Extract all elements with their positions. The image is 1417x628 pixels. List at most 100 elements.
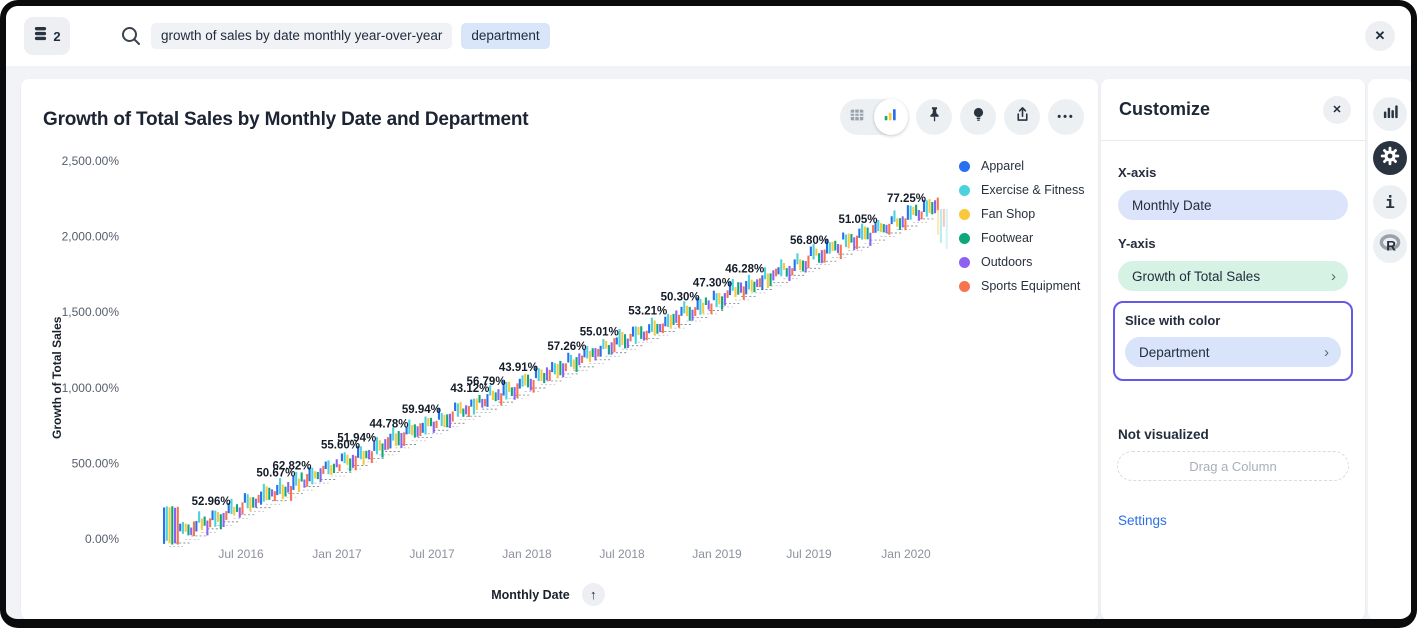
legend-label: Fan Shop bbox=[981, 207, 1035, 221]
customize-header: Customize ✕ bbox=[1101, 79, 1365, 141]
svg-text:Jul 2016: Jul 2016 bbox=[218, 547, 264, 561]
chart-legend: Apparel Exercise & Fitness Fan Shop Footwea… bbox=[959, 154, 1085, 298]
share-icon bbox=[1014, 106, 1031, 128]
more-options-button[interactable]: ••• bbox=[1048, 99, 1084, 135]
table-view-button[interactable] bbox=[840, 99, 874, 135]
svg-text:55.01%: 55.01% bbox=[580, 327, 619, 339]
svg-text:52.96%: 52.96% bbox=[192, 496, 231, 508]
svg-text:51.05%: 51.05% bbox=[838, 214, 877, 226]
dropzone-text: Drag a Column bbox=[1189, 459, 1276, 474]
x-axis-value: Monthly Date bbox=[1132, 198, 1212, 213]
svg-text:51.94%: 51.94% bbox=[337, 432, 376, 444]
svg-text:50.30%: 50.30% bbox=[661, 292, 700, 304]
data-source-button[interactable]: 2 bbox=[24, 17, 70, 55]
insights-button[interactable] bbox=[960, 99, 996, 135]
y-axis-section: Y-axis Growth of Total Sales › bbox=[1118, 236, 1348, 291]
legend-item[interactable]: Outdoors bbox=[959, 250, 1085, 274]
legend-label: Outdoors bbox=[981, 255, 1032, 269]
app-window: 2 growth of sales by date monthly year-o… bbox=[0, 0, 1417, 628]
svg-text:1,000.00%: 1,000.00% bbox=[62, 381, 120, 395]
chevron-right-icon: › bbox=[1331, 268, 1336, 285]
search-token-phrase[interactable]: growth of sales by date monthly year-ove… bbox=[151, 23, 452, 49]
r-language-icon: R bbox=[1379, 234, 1401, 258]
y-axis-pill[interactable]: Growth of Total Sales › bbox=[1118, 261, 1348, 291]
customize-settings-button[interactable] bbox=[1373, 141, 1407, 175]
legend-label: Footwear bbox=[981, 231, 1033, 245]
search-token-department[interactable]: department bbox=[461, 23, 549, 49]
settings-link[interactable]: Settings bbox=[1118, 513, 1167, 528]
legend-dot-icon bbox=[959, 185, 970, 196]
info-button[interactable]: i bbox=[1373, 185, 1407, 219]
legend-item[interactable]: Sports Equipment bbox=[959, 274, 1085, 298]
svg-text:Jan 2019: Jan 2019 bbox=[692, 547, 742, 561]
pin-button[interactable] bbox=[916, 99, 952, 135]
legend-label: Apparel bbox=[981, 159, 1024, 173]
svg-text:56.79%: 56.79% bbox=[467, 376, 506, 388]
close-icon: ✕ bbox=[1375, 28, 1386, 44]
svg-text:47.30%: 47.30% bbox=[693, 277, 732, 289]
side-icon-rail: i R bbox=[1368, 79, 1412, 620]
r-analysis-button[interactable]: R bbox=[1373, 229, 1407, 263]
y-axis-value: Growth of Total Sales bbox=[1132, 269, 1260, 284]
svg-text:56.80%: 56.80% bbox=[790, 235, 829, 247]
arrow-up-icon: ↑ bbox=[590, 587, 597, 602]
slice-with-color-section: Slice with color Department › bbox=[1113, 301, 1353, 381]
gear-icon bbox=[1380, 146, 1400, 171]
data-source-count: 2 bbox=[53, 29, 60, 44]
svg-text:59.94%: 59.94% bbox=[402, 404, 441, 416]
bar-chart-icon bbox=[1382, 103, 1399, 125]
svg-text:44.78%: 44.78% bbox=[370, 418, 409, 430]
legend-label: Exercise & Fitness bbox=[981, 183, 1085, 197]
chart-panel-button[interactable] bbox=[1373, 97, 1407, 131]
customize-close-button[interactable]: ✕ bbox=[1323, 96, 1351, 124]
x-axis-section: X-axis Monthly Date bbox=[1118, 165, 1348, 220]
legend-item[interactable]: Exercise & Fitness bbox=[959, 178, 1085, 202]
svg-text:R: R bbox=[1386, 238, 1396, 253]
x-axis-title: Monthly Date bbox=[491, 588, 569, 602]
svg-text:46.28%: 46.28% bbox=[725, 263, 764, 275]
close-search-button[interactable]: ✕ bbox=[1365, 21, 1395, 51]
legend-label: Sports Equipment bbox=[981, 279, 1080, 293]
answer-chart-card: 0.00%500.00%1,000.00%1,500.00%2,000.00%2… bbox=[21, 79, 1098, 620]
svg-text:500.00%: 500.00% bbox=[72, 456, 120, 470]
database-icon bbox=[33, 26, 48, 47]
drag-column-dropzone[interactable]: Drag a Column bbox=[1117, 451, 1349, 481]
svg-text:Jan 2018: Jan 2018 bbox=[502, 547, 552, 561]
svg-text:43.91%: 43.91% bbox=[499, 362, 538, 374]
legend-item[interactable]: Apparel bbox=[959, 154, 1085, 178]
svg-text:1,500.00%: 1,500.00% bbox=[62, 305, 120, 319]
share-button[interactable] bbox=[1004, 99, 1040, 135]
chart-view-button[interactable] bbox=[874, 99, 908, 135]
legend-dot-icon bbox=[959, 233, 970, 244]
legend-item[interactable]: Footwear bbox=[959, 226, 1085, 250]
view-toggle bbox=[840, 99, 908, 135]
customize-title: Customize bbox=[1119, 99, 1210, 120]
insights-bulb-icon bbox=[970, 106, 987, 128]
chart-toolbar: ••• bbox=[840, 99, 1084, 135]
legend-dot-icon bbox=[959, 281, 970, 292]
close-icon: ✕ bbox=[1332, 103, 1341, 116]
svg-text:77.25%: 77.25% bbox=[887, 193, 926, 205]
svg-text:Jan 2017: Jan 2017 bbox=[312, 547, 362, 561]
svg-text:62.82%: 62.82% bbox=[273, 461, 312, 473]
customize-panel: Customize ✕ X-axis Monthly Date Y-axis G… bbox=[1101, 79, 1365, 620]
answer-title: Growth of Total Sales by Monthly Date an… bbox=[43, 109, 528, 131]
sort-ascending-button[interactable]: ↑ bbox=[582, 583, 605, 606]
legend-dot-icon bbox=[959, 161, 970, 172]
more-ellipsis-icon: ••• bbox=[1057, 111, 1075, 123]
search-input[interactable]: growth of sales by date monthly year-ove… bbox=[98, 23, 1365, 49]
pin-icon bbox=[926, 106, 943, 128]
svg-text:2,000.00%: 2,000.00% bbox=[62, 230, 120, 244]
legend-item[interactable]: Fan Shop bbox=[959, 202, 1085, 226]
chart-svg[interactable]: 0.00%500.00%1,000.00%1,500.00%2,000.00%2… bbox=[21, 79, 1098, 620]
svg-text:0.00%: 0.00% bbox=[85, 532, 119, 546]
content-area: 0.00%500.00%1,000.00%1,500.00%2,000.00%2… bbox=[6, 66, 1411, 619]
legend-dot-icon bbox=[959, 257, 970, 268]
slice-pill[interactable]: Department › bbox=[1125, 337, 1341, 367]
search-bar: 2 growth of sales by date monthly year-o… bbox=[6, 6, 1411, 66]
svg-text:Jul 2018: Jul 2018 bbox=[599, 547, 645, 561]
svg-text:Jul 2019: Jul 2019 bbox=[786, 547, 832, 561]
slice-label: Slice with color bbox=[1125, 313, 1341, 328]
svg-text:Jan 2020: Jan 2020 bbox=[881, 547, 931, 561]
x-axis-pill[interactable]: Monthly Date bbox=[1118, 190, 1348, 220]
